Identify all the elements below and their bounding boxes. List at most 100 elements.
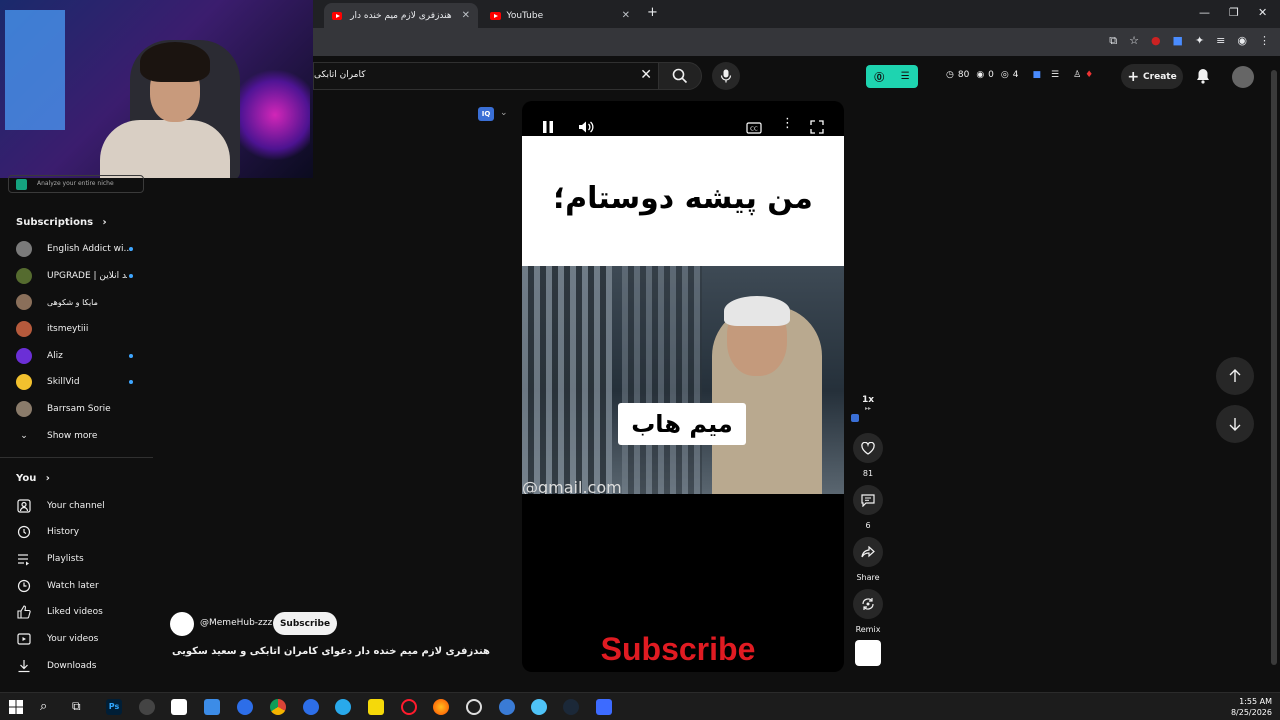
subscription-label: itsmeytiii xyxy=(47,324,89,334)
window-close-button[interactable]: ✕ xyxy=(1258,6,1267,19)
profile-icon[interactable]: ◉ xyxy=(1237,34,1247,48)
search-button[interactable] xyxy=(658,62,702,90)
sound-thumbnail[interactable] xyxy=(855,640,881,666)
create-button[interactable]: + Create xyxy=(1121,64,1183,89)
chart-app-icon[interactable] xyxy=(596,699,612,715)
next-short-button[interactable] xyxy=(1216,405,1254,443)
opera-gx-icon[interactable] xyxy=(401,699,417,715)
minimize-button[interactable]: — xyxy=(1199,6,1210,19)
alert-icon[interactable]: ♦ xyxy=(1085,70,1093,80)
captions-button[interactable]: CC xyxy=(746,119,762,138)
ea-app-icon[interactable] xyxy=(237,699,253,715)
sidebar-item-your-channel[interactable]: Your channel xyxy=(16,496,146,516)
search-icon[interactable]: ⌕ xyxy=(40,699,56,715)
volume-button[interactable] xyxy=(578,119,594,138)
telegram-icon[interactable] xyxy=(335,699,351,715)
new-tab-button[interactable]: + xyxy=(647,5,658,20)
clear-search-icon[interactable]: ✕ xyxy=(640,67,652,83)
subscription-label: Aliz xyxy=(47,351,63,361)
task-view-icon[interactable]: ⧉ xyxy=(72,699,88,715)
sidebar-subscription[interactable]: مایکا و شکوهی xyxy=(16,292,146,312)
sidebar-item-downloads[interactable]: Downloads xyxy=(16,656,146,676)
vidiq-promo-icon xyxy=(16,179,27,190)
pause-button[interactable] xyxy=(542,119,554,138)
shorts-player[interactable]: من پیشه دوستام؛ میم هاب @gmail.com Subsc… xyxy=(522,101,844,672)
playback-speed-button[interactable]: 1x ▸▸ xyxy=(852,395,884,412)
sidebar-subscription[interactable]: English Addict wi... xyxy=(16,239,146,259)
sidebar-item-label: Watch later xyxy=(47,581,99,591)
subscribe-button[interactable]: Subscribe xyxy=(273,612,337,635)
notes-app-icon[interactable] xyxy=(368,699,384,715)
restore-button[interactable]: ❐ xyxy=(1229,6,1239,19)
vidiq-player-icon[interactable]: IQ xyxy=(478,107,494,121)
tab-close-icon[interactable]: ✕ xyxy=(622,10,630,21)
firefox-icon[interactable] xyxy=(433,699,449,715)
kebab-menu-icon[interactable]: ⋮ xyxy=(1259,34,1270,48)
chrome-icon[interactable] xyxy=(270,699,286,715)
chevron-down-icon[interactable]: ⌄ xyxy=(500,108,508,118)
vidiq-badge-icon[interactable]: ■ xyxy=(1033,70,1042,80)
windows-start-icon[interactable] xyxy=(9,699,25,715)
show-more-label: Show more xyxy=(47,431,98,441)
svg-text:CC: CC xyxy=(750,127,758,133)
obs-icon[interactable] xyxy=(139,699,155,715)
system-clock[interactable]: 1:55 AM 8/25/2026 xyxy=(1231,696,1272,718)
bookmark-star-icon[interactable]: ☆ xyxy=(1129,34,1139,48)
puzzle-extensions-icon[interactable]: ✦ xyxy=(1195,34,1204,48)
channel-handle[interactable]: @MemeHub-zzz xyxy=(200,618,272,628)
download-icon xyxy=(16,658,32,674)
new-content-dot xyxy=(129,274,133,278)
channel-avatar[interactable] xyxy=(170,612,194,636)
sidebar-subscription[interactable]: UPGRADE | ارتقا بد آنلاین xyxy=(16,266,146,286)
fullscreen-button[interactable] xyxy=(810,119,824,138)
steam-like-icon[interactable] xyxy=(466,699,482,715)
photoshop-icon[interactable]: Ps xyxy=(106,699,122,715)
sidebar-subscription[interactable]: Aliz xyxy=(16,346,146,366)
sidebar-subscription[interactable]: itsmeytiii xyxy=(16,319,146,339)
sidebar-subscription[interactable]: SkillVid xyxy=(16,372,146,392)
page-scrollbar[interactable] xyxy=(1271,70,1277,665)
ea-desktop-icon[interactable] xyxy=(303,699,319,715)
sidebar-item-playlists[interactable]: Playlists xyxy=(16,549,146,569)
subscriptions-heading[interactable]: Subscriptions › xyxy=(16,217,107,228)
subscription-label: مایکا و شکوهی xyxy=(47,297,98,307)
fullscreen-icon xyxy=(810,120,824,134)
app-drop-icon[interactable] xyxy=(499,699,515,715)
steam-icon[interactable] xyxy=(563,699,579,715)
video-title[interactable]: هندزفری لازم میم خنده دار دعوای کامران ا… xyxy=(170,646,490,657)
sidebar-item-liked-videos[interactable]: Liked videos xyxy=(16,602,146,622)
previous-short-button[interactable] xyxy=(1216,357,1254,395)
vidiq-promo-banner[interactable]: Analyze your entire niche xyxy=(8,175,144,193)
extension-icon[interactable]: ● xyxy=(1151,34,1161,48)
video-icon xyxy=(16,631,32,647)
notifications-button[interactable] xyxy=(1196,68,1210,88)
you-heading[interactable]: You › xyxy=(16,473,50,484)
tab-youtube[interactable]: YouTube ✕ xyxy=(482,3,638,28)
translate-icon[interactable]: ■ xyxy=(1173,34,1183,48)
trophy-icon[interactable]: ♙ xyxy=(1073,70,1081,80)
webcam-overlay xyxy=(0,0,313,178)
comments-button[interactable]: 6 xyxy=(852,485,884,530)
search-input[interactable]: کامران اتابکی ✕ xyxy=(313,62,658,90)
capcut-icon[interactable] xyxy=(171,699,187,715)
sidebar-subscription[interactable]: Barrsam Sorie xyxy=(16,399,146,419)
install-app-icon[interactable]: ⧉ xyxy=(1109,34,1117,48)
like-button[interactable]: 81 xyxy=(852,433,884,478)
tab-video[interactable]: هندزفری لازم میم خنده دار د... ✕ xyxy=(324,3,478,28)
list-icon[interactable]: ☰ xyxy=(1051,70,1059,80)
more-options-icon[interactable]: ⋮ xyxy=(781,116,794,131)
sidebar-item-watch-later[interactable]: Watch later xyxy=(16,576,146,596)
show-more-button[interactable]: ⌄ Show more xyxy=(16,426,146,446)
remix-button[interactable]: Remix xyxy=(852,589,884,634)
vscode-like-icon[interactable] xyxy=(531,699,547,715)
tab-close-icon[interactable]: ✕ xyxy=(462,10,470,21)
sidebar-item-your-videos[interactable]: Your videos xyxy=(16,629,146,649)
arrow-up-icon xyxy=(1229,369,1241,382)
sidebar-item-history[interactable]: History xyxy=(16,522,146,542)
extension-vidiq-button[interactable]: ⓪ ☰ xyxy=(866,65,918,88)
media-controls-icon[interactable]: ≡ xyxy=(1216,34,1225,48)
account-avatar[interactable] xyxy=(1232,66,1254,88)
voice-search-button[interactable] xyxy=(712,62,740,90)
file-explorer-icon[interactable] xyxy=(204,699,220,715)
share-button[interactable]: Share xyxy=(852,537,884,582)
